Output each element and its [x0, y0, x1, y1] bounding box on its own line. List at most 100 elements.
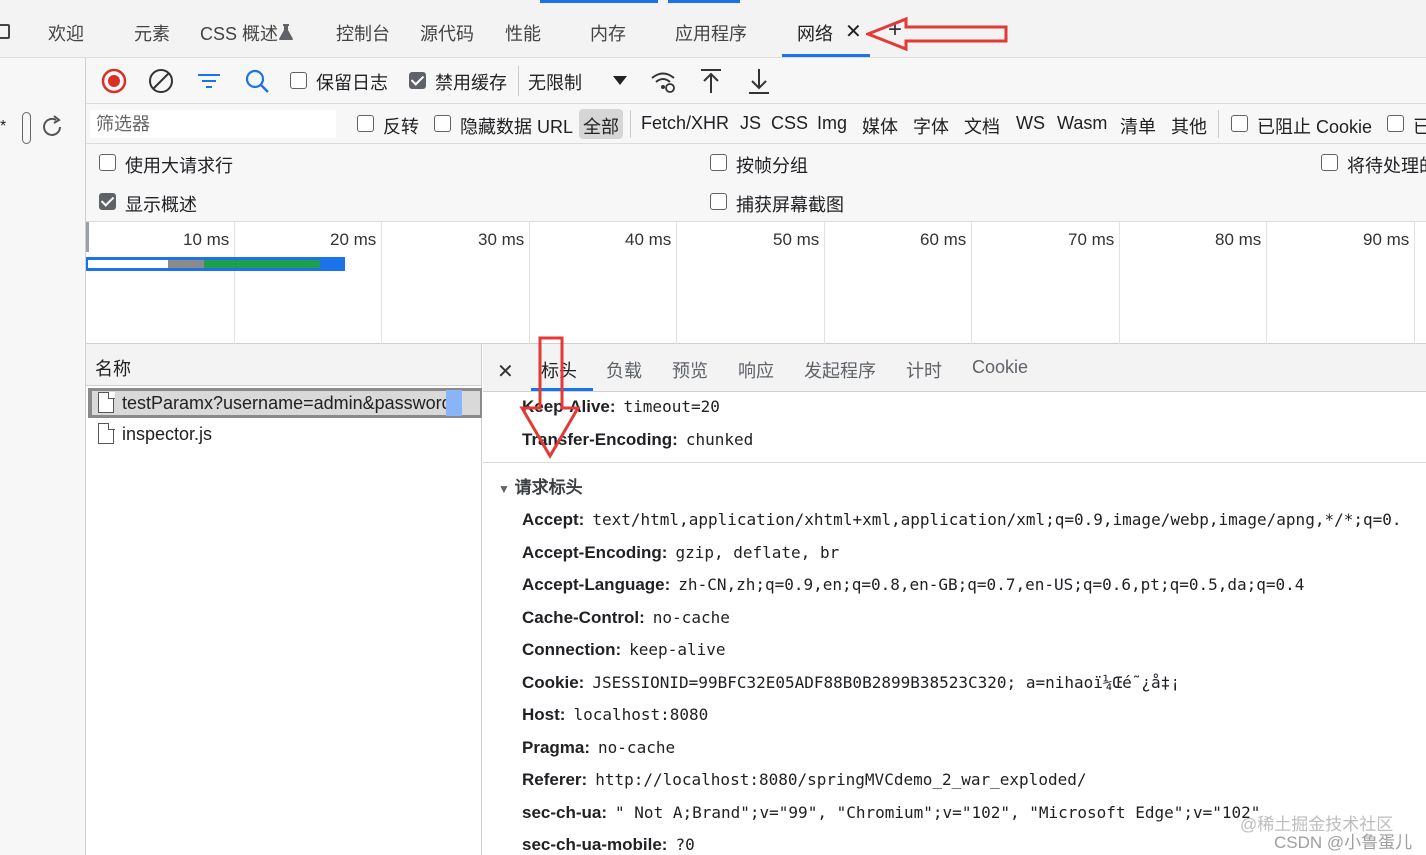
filter-icon[interactable]: [194, 66, 224, 96]
capture-screenshots-checkbox[interactable]: [710, 193, 727, 210]
disable-cache-checkbox[interactable]: [409, 72, 426, 89]
header-row: Cookie: JSESSIONID=99BFC32E05ADF88B0B2899…: [522, 673, 1180, 693]
tab-console[interactable]: 控制台: [336, 20, 390, 46]
chevron-down-icon[interactable]: [612, 74, 628, 86]
type-filter-doc[interactable]: 文档: [964, 113, 1000, 139]
type-filter-fetch-xhr[interactable]: Fetch/XHR: [641, 113, 729, 134]
blocked-requests-label: 已: [1413, 117, 1426, 137]
header-value: JSESSIONID=99BFC32E05ADF88B0B2899B38523C…: [592, 673, 1180, 692]
show-overview-checkbox[interactable]: [99, 193, 116, 210]
export-har-download-icon[interactable]: [744, 66, 774, 96]
network-conditions-icon[interactable]: [648, 66, 678, 96]
request-list: [86, 386, 482, 855]
tab-memory[interactable]: 内存: [590, 20, 626, 46]
request-list-header[interactable]: [86, 344, 482, 386]
timeline-bar-downloading: [204, 260, 320, 268]
preserve-log-checkbox[interactable]: [290, 72, 307, 89]
tab-timing[interactable]: 计时: [906, 357, 942, 383]
section-divider: [483, 462, 1426, 463]
timeline-gridline: [971, 222, 972, 344]
document-file-icon: [98, 391, 115, 413]
filter-input[interactable]: [90, 110, 336, 138]
active-tab-indicator: [782, 54, 870, 57]
dock-window-icon[interactable]: [0, 24, 10, 39]
header-row: Accept-Encoding: gzip, deflate, br: [522, 543, 839, 563]
import-har-upload-icon[interactable]: [696, 66, 726, 96]
header-value: " Not A;Brand";v="99", "Chromium";v="102…: [615, 803, 1261, 822]
header-row: Host: localhost:8080: [522, 705, 708, 725]
type-filter-wasm[interactable]: Wasm: [1057, 113, 1107, 134]
tab-css-overview[interactable]: CSS 概述: [200, 20, 278, 46]
blocked-cookies-checkbox[interactable]: [1231, 115, 1248, 132]
header-value: no-cache: [598, 738, 676, 757]
invert-checkbox[interactable]: [357, 115, 374, 132]
tab-application[interactable]: 应用程序: [675, 20, 747, 46]
annotation-arrow-left-icon: [866, 16, 1008, 52]
type-filter-media[interactable]: 媒体: [862, 113, 898, 139]
timeline-gridline: [1266, 222, 1267, 344]
timeline-tick-label: 50 ms: [773, 230, 820, 249]
header-name: Pragma:: [522, 738, 591, 757]
browser-accent-bar: [540, 0, 658, 3]
reload-icon[interactable]: [38, 113, 66, 141]
timeline-gridline: [529, 222, 530, 344]
type-filter-js[interactable]: JS: [740, 113, 761, 134]
tab-welcome[interactable]: 欢迎: [48, 20, 84, 46]
header-value: ?0: [675, 835, 695, 854]
type-filter-ws[interactable]: WS: [1016, 113, 1045, 134]
header-value: timeout=20: [623, 397, 720, 416]
type-filter-css[interactable]: CSS: [771, 113, 808, 134]
hide-data-urls-checkbox[interactable]: [434, 115, 451, 132]
triangle-down-icon: ▼: [498, 482, 510, 496]
throttling-select[interactable]: 无限制: [528, 69, 582, 95]
type-filter-manifest[interactable]: 清单: [1120, 113, 1156, 139]
tab-cookies[interactable]: Cookie: [972, 357, 1028, 378]
request-headers-section-toggle[interactable]: ▼ 请求标头: [498, 473, 583, 498]
type-filter-img[interactable]: Img: [817, 113, 847, 134]
group-by-frame-checkbox[interactable]: [710, 154, 727, 171]
pending-checkbox[interactable]: [1321, 154, 1338, 171]
sidebar-toggle-icon[interactable]: [22, 112, 31, 144]
tab-preview[interactable]: 预览: [672, 357, 708, 383]
timeline-gridline: [676, 222, 677, 344]
request-name[interactable]: testParamx?username=admin&password=…: [122, 393, 462, 414]
type-filter-other[interactable]: 其他: [1171, 113, 1207, 139]
large-rows-checkbox[interactable]: [99, 154, 116, 171]
tab-elements[interactable]: 元素: [134, 20, 170, 46]
timeline-gridline: [824, 222, 825, 344]
close-tab-icon[interactable]: ✕: [845, 19, 862, 44]
header-name: Host:: [522, 705, 566, 724]
header-name: sec-ch-ua-mobile:: [522, 835, 668, 854]
header-value: localhost:8080: [573, 705, 709, 724]
disable-cache-label: 禁用缓存: [435, 73, 507, 93]
clear-icon[interactable]: [146, 66, 176, 96]
asterisk-icon: *: [0, 118, 7, 135]
search-icon[interactable]: [242, 66, 272, 96]
script-file-icon: [98, 422, 115, 444]
type-filter-all[interactable]: 全部: [583, 113, 619, 139]
request-name[interactable]: inspector.js: [122, 424, 212, 445]
header-value: chunked: [685, 430, 754, 449]
header-name: Cache-Control:: [522, 608, 645, 627]
tab-initiator[interactable]: 发起程序: [804, 357, 876, 383]
timeline-tick-label: 90 ms: [1363, 230, 1410, 249]
header-value: no-cache: [652, 608, 730, 627]
tab-network[interactable]: 网络: [797, 20, 833, 46]
header-value: http://localhost:8080/springMVCdemo_2_wa…: [595, 770, 1087, 789]
blocked-requests-checkbox[interactable]: [1387, 115, 1404, 132]
header-value: gzip, deflate, br: [675, 543, 840, 562]
blocked-cookies-label: 已阻止 Cookie: [1257, 117, 1373, 137]
tab-sources[interactable]: 源代码: [420, 20, 474, 46]
capture-screenshots-label: 捕获屏幕截图: [736, 195, 844, 215]
tab-performance[interactable]: 性能: [505, 20, 541, 46]
column-name-header[interactable]: 名称: [95, 355, 131, 381]
toolbar-divider: [518, 66, 519, 96]
type-filter-font[interactable]: 字体: [913, 113, 949, 139]
header-name: Cookie:: [522, 673, 585, 692]
record-stop-icon[interactable]: [99, 66, 129, 96]
header-value: keep-alive: [629, 640, 726, 659]
header-name: sec-ch-ua:: [522, 803, 608, 822]
tab-payload[interactable]: 负载: [606, 357, 642, 383]
close-detail-icon[interactable]: ✕: [497, 359, 514, 384]
tab-response[interactable]: 响应: [738, 357, 774, 383]
